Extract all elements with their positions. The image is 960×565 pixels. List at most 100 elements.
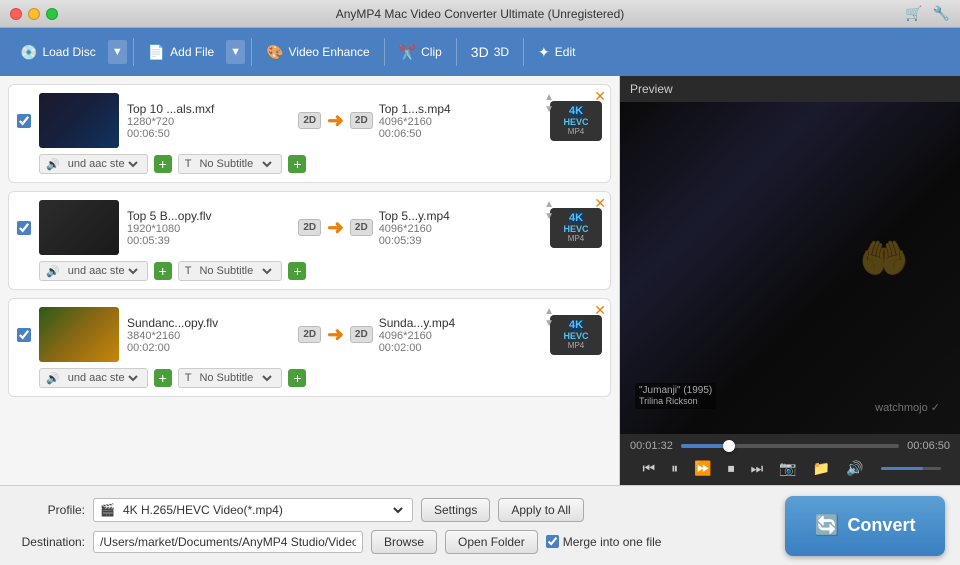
audio-select-1[interactable]: und aac ste — [64, 157, 141, 171]
add-audio-btn-1[interactable]: + — [154, 155, 172, 173]
arrow-down-2[interactable]: ▼ — [544, 212, 554, 222]
merge-label: Merge into one file — [563, 535, 662, 549]
video-enhance-button[interactable]: 🎨 Video Enhance — [258, 38, 378, 67]
add-audio-btn-3[interactable]: + — [154, 369, 172, 387]
subtitle-select-3[interactable]: No Subtitle Subtitle Add Subtitle — [195, 371, 275, 385]
toolbar: 💿 Load Disc ▼ 📄 Add File ▼ 🎨 Video Enhan… — [0, 28, 960, 76]
audio-select-2[interactable]: und aac ste — [64, 264, 141, 278]
file-close-3[interactable]: ✕ — [594, 303, 606, 317]
stop-button[interactable]: ⏹ — [724, 458, 739, 479]
source-duration-3: 00:02:00 — [127, 342, 292, 354]
source-badge-2: 2D — [298, 219, 321, 236]
settings-button[interactable]: Settings — [421, 498, 490, 522]
progress-bar-wrap: 00:01:32 00:06:50 — [630, 440, 950, 452]
add-subtitle-btn-3[interactable]: + — [288, 369, 306, 387]
clip-button[interactable]: ✂️ Clip — [391, 38, 450, 67]
convert-button[interactable]: 🔄 Convert — [785, 496, 945, 556]
add-file-button[interactable]: 📄 Add File — [140, 38, 222, 67]
cart-icon[interactable]: 🛒 — [905, 5, 922, 22]
load-disc-button[interactable]: 💿 Load Disc — [12, 38, 104, 67]
audio-select-3[interactable]: und aac ste — [64, 371, 141, 385]
volume-icon[interactable]: 🔊 — [842, 458, 867, 479]
file-checkbox-3[interactable] — [17, 328, 31, 342]
dest-label: Destination: — [15, 535, 85, 549]
source-res-1: 1280*720 — [127, 116, 292, 128]
traffic-lights — [10, 8, 58, 20]
time-elapsed: 00:01:32 — [630, 440, 673, 452]
format-badge-3[interactable]: 4K HEVC MP4 — [550, 315, 602, 355]
clip-icon: ✂️ — [399, 44, 416, 61]
file-close-2[interactable]: ✕ — [594, 196, 606, 210]
audio-select-wrap-1: 🔊 und aac ste — [39, 154, 148, 174]
volume-track[interactable] — [881, 467, 941, 470]
file-arrows-1: ▲ ▼ — [544, 93, 554, 115]
window-title: AnyMP4 Mac Video Converter Ultimate (Unr… — [336, 7, 625, 21]
3d-button[interactable]: 3D 3D — [463, 38, 517, 66]
toolbar-separator-5 — [523, 38, 524, 66]
dest-res-1: 4096*2160 — [379, 116, 544, 128]
arrow-up-3[interactable]: ▲ — [544, 307, 554, 317]
screenshot-button[interactable]: 📷 — [775, 458, 800, 479]
add-subtitle-btn-2[interactable]: + — [288, 262, 306, 280]
3d-icon: 3D — [471, 44, 489, 60]
add-file-dropdown[interactable]: ▼ — [226, 40, 245, 64]
dest-res-2: 4096*2160 — [379, 223, 544, 235]
dest-badge-1: 2D — [350, 112, 373, 129]
progress-track[interactable] — [681, 444, 899, 448]
file-info-1: Top 10 ...als.mxf 1280*720 00:06:50 2D ➜… — [127, 101, 602, 141]
dest-name-3: Sunda...y.mp4 — [379, 316, 544, 330]
file-item-top-1: Top 10 ...als.mxf 1280*720 00:06:50 2D ➜… — [17, 93, 602, 148]
audio-icon-1: 🔊 — [46, 158, 60, 171]
file-checkbox-1[interactable] — [17, 114, 31, 128]
add-subtitle-btn-1[interactable]: + — [288, 155, 306, 173]
maximize-button[interactable] — [46, 8, 58, 20]
source-badge-1: 2D — [298, 112, 321, 129]
minimize-button[interactable] — [28, 8, 40, 20]
close-button[interactable] — [10, 8, 22, 20]
add-audio-btn-2[interactable]: + — [154, 262, 172, 280]
enhance-icon: 🎨 — [266, 44, 283, 61]
edit-button[interactable]: ✦ Edit — [530, 38, 583, 67]
folder-button[interactable]: 📁 — [809, 458, 834, 479]
format-badge-1[interactable]: 4K HEVC MP4 — [550, 101, 602, 141]
file-source-3: Sundanc...opy.flv 3840*2160 00:02:00 — [127, 316, 292, 354]
skip-forward-button[interactable]: ⏭ — [747, 458, 768, 479]
fast-forward-button[interactable]: ⏩ — [690, 458, 715, 479]
format-4k-label-2: 4K — [569, 212, 583, 224]
subtitle-select-1[interactable]: No Subtitle Subtitle Add Subtitle — [195, 157, 275, 171]
file-item-3: ✕ ▲ ▼ Sundanc...opy.flv 3840*2160 00:02:… — [8, 298, 611, 397]
file-checkbox-2[interactable] — [17, 221, 31, 235]
toolbar-separator-2 — [251, 38, 252, 66]
progress-thumb — [723, 440, 735, 452]
source-res-2: 1920*1080 — [127, 223, 292, 235]
arrow-down-3[interactable]: ▼ — [544, 319, 554, 329]
dest-path-input[interactable] — [93, 531, 363, 553]
subtitle-select-2[interactable]: No Subtitle Subtitle Add Subtitle — [195, 264, 275, 278]
merge-checkbox[interactable] — [546, 535, 559, 548]
file-close-1[interactable]: ✕ — [594, 89, 606, 103]
main-area: ✕ ▲ ▼ Top 10 ...als.mxf 1280*720 00:06:5… — [0, 76, 960, 485]
dest-badge-2: 2D — [350, 219, 373, 236]
file-list: ✕ ▲ ▼ Top 10 ...als.mxf 1280*720 00:06:5… — [0, 76, 620, 485]
file-source-1: Top 10 ...als.mxf 1280*720 00:06:50 — [127, 102, 292, 140]
file-item-1: ✕ ▲ ▼ Top 10 ...als.mxf 1280*720 00:06:5… — [8, 84, 611, 183]
arrow-up-1[interactable]: ▲ — [544, 93, 554, 103]
browse-button[interactable]: Browse — [371, 530, 437, 554]
format-badge-2[interactable]: 4K HEVC MP4 — [550, 208, 602, 248]
settings-icon[interactable]: 🔧 — [933, 5, 950, 22]
toolbar-separator-3 — [384, 38, 385, 66]
file-source-2: Top 5 B...opy.flv 1920*1080 00:05:39 — [127, 209, 292, 247]
pause-button[interactable]: ⏸ — [667, 458, 682, 479]
profile-select[interactable]: 4K H.265/HEVC Video(*.mp4) 1080p H.264 V… — [119, 502, 406, 518]
format-hevc-label-3: HEVC — [564, 331, 589, 341]
arrow-down-1[interactable]: ▼ — [544, 105, 554, 115]
arrow-up-2[interactable]: ▲ — [544, 200, 554, 210]
skip-back-button[interactable]: ⏮ — [639, 458, 660, 479]
convert-arrow-1: ➜ — [327, 108, 344, 133]
open-folder-button[interactable]: Open Folder — [445, 530, 538, 554]
load-disc-dropdown[interactable]: ▼ — [108, 40, 127, 64]
bottom-left: Profile: 🎬 4K H.265/HEVC Video(*.mp4) 10… — [15, 498, 775, 554]
file-info-2: Top 5 B...opy.flv 1920*1080 00:05:39 2D … — [127, 208, 602, 248]
apply-all-button[interactable]: Apply to All — [498, 498, 583, 522]
dest-res-3: 4096*2160 — [379, 330, 544, 342]
